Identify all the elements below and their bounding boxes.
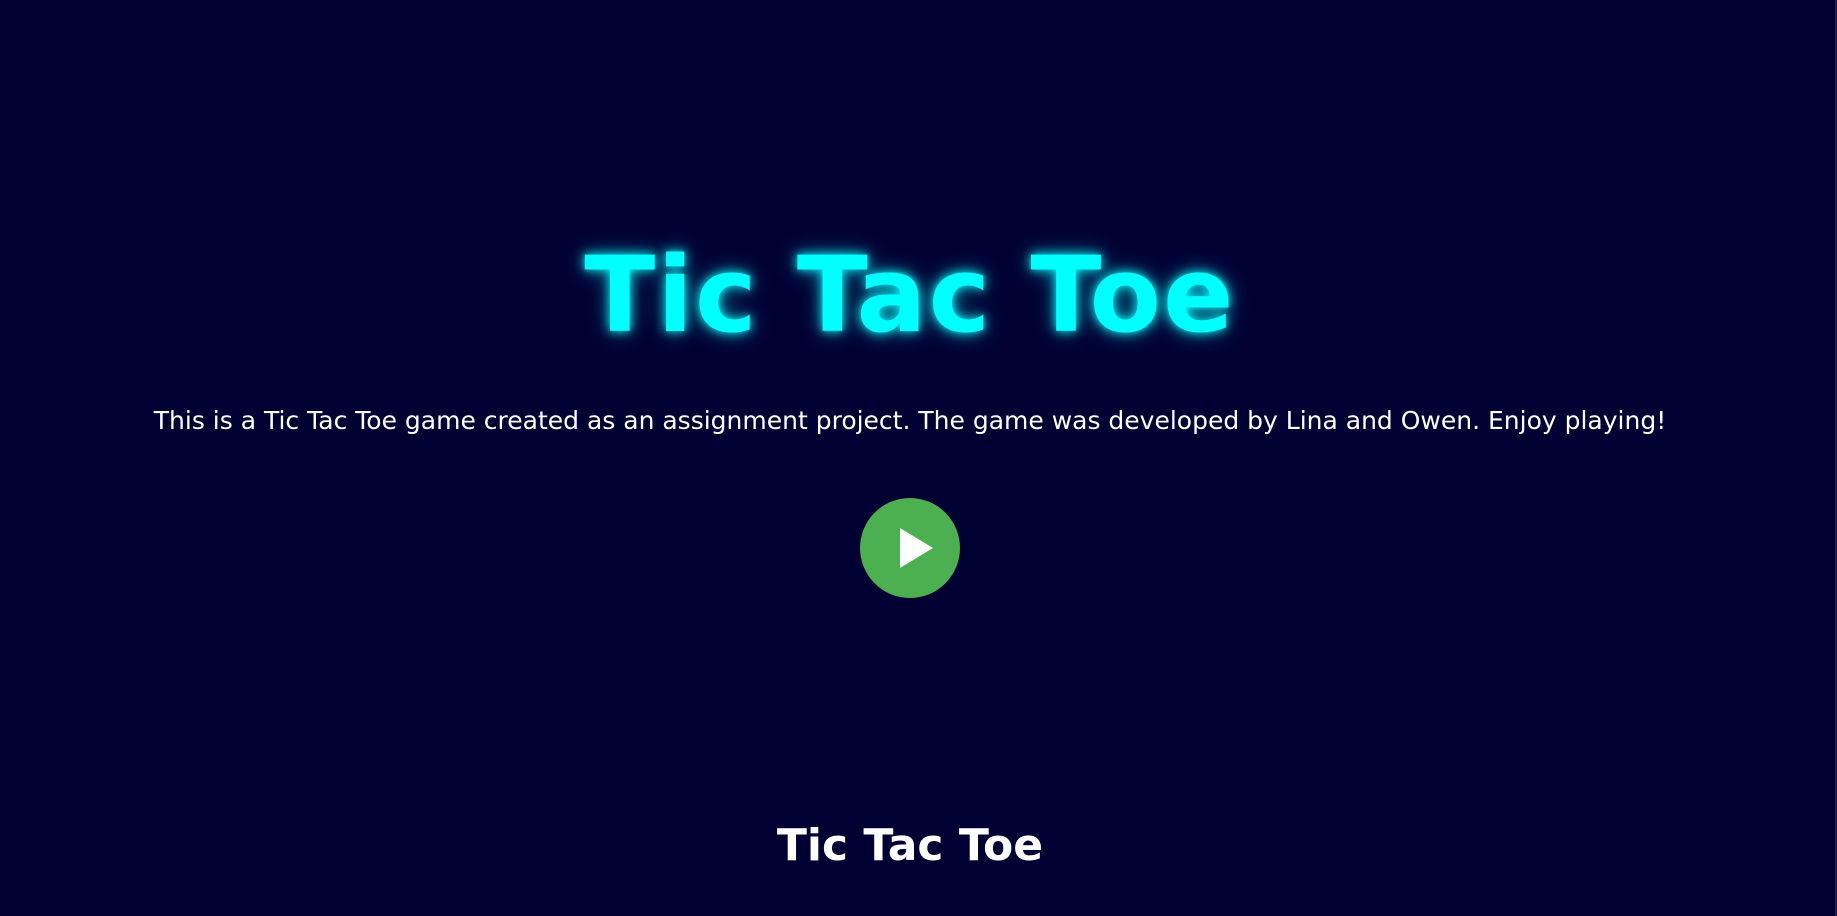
landing-page: Tic Tac Toe This is a Tic Tac Toe game c… — [0, 0, 1837, 916]
game-description: This is a Tic Tac Toe game created as an… — [153, 406, 1667, 435]
play-button[interactable] — [860, 498, 960, 598]
page-title: Tic Tac Toe — [584, 233, 1236, 356]
play-icon — [900, 528, 933, 568]
footer-title: Tic Tac Toe — [776, 820, 1044, 871]
